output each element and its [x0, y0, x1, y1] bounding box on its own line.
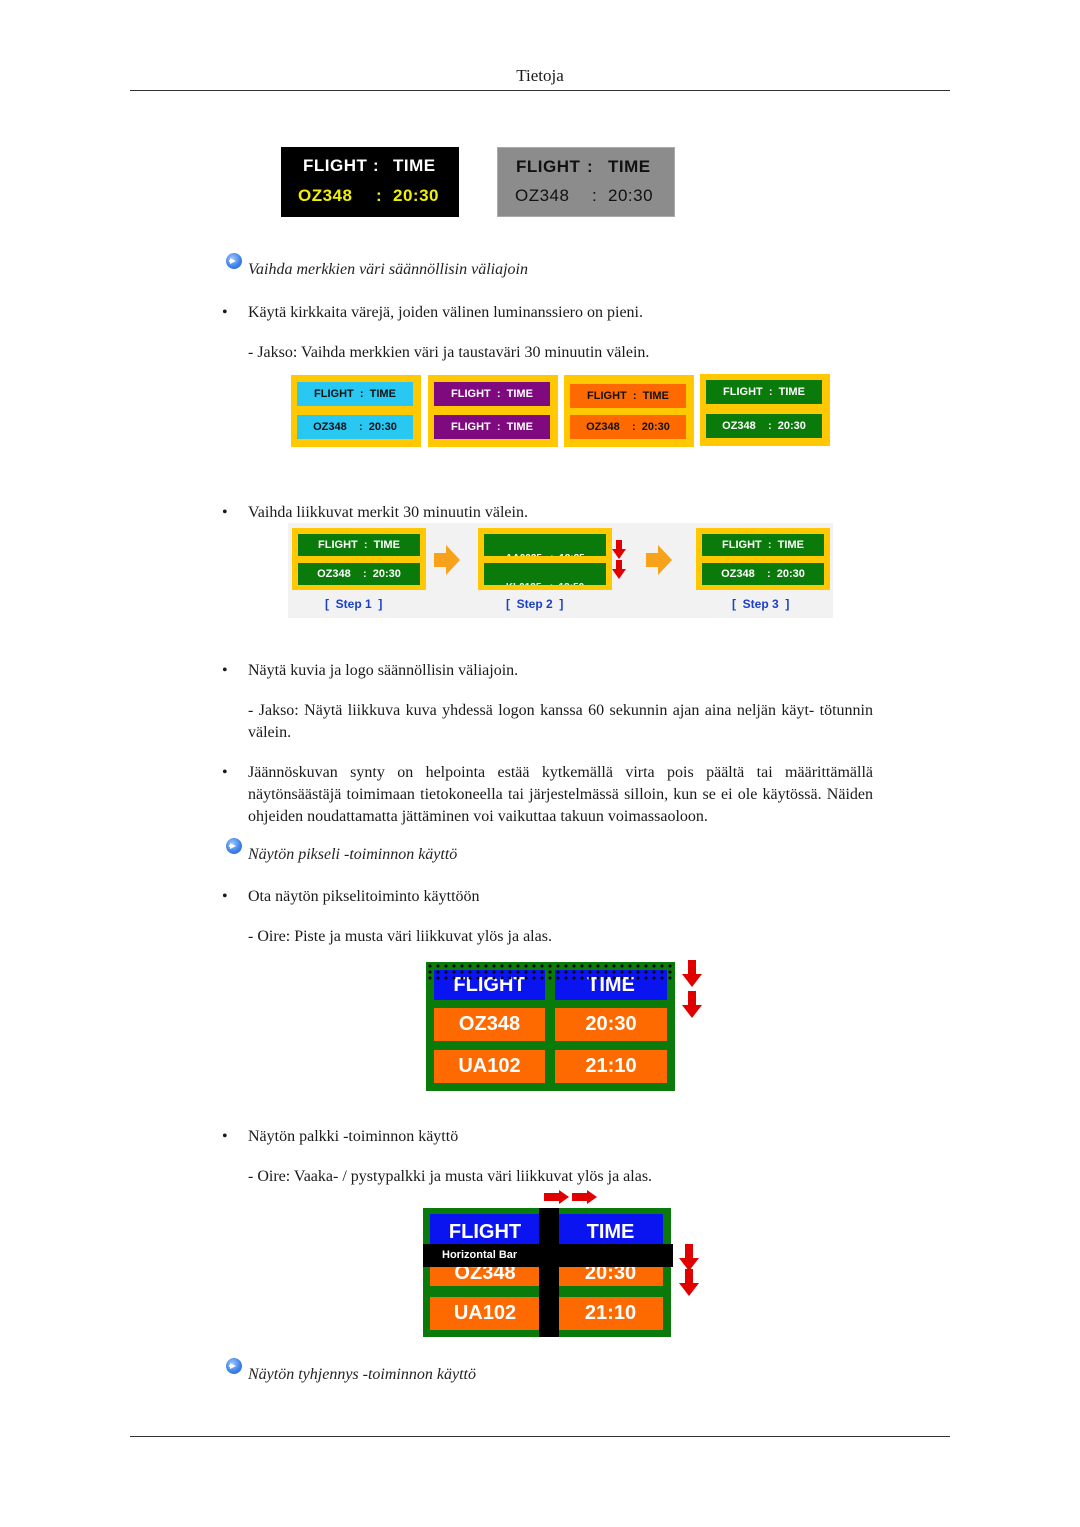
- step1-board: FLIGHT : TIME OZ348 : 20:30: [292, 528, 426, 590]
- red-arrow-down-icon: [679, 1269, 699, 1297]
- red-arrow-down-icon: [612, 560, 626, 580]
- step2-label: [ Step 2 ]: [506, 597, 564, 611]
- step3-board: FLIGHT : TIME OZ348 : 20:30: [696, 528, 830, 590]
- bullet-icon: •: [222, 662, 228, 679]
- sub-text: - Jakso: Vaihda merkkien väri ja taustav…: [248, 344, 650, 361]
- sub-text: - Jakso: Näytä liikkuva kuva yhdessä log…: [248, 702, 873, 741]
- red-arrow-down-icon: [682, 960, 702, 988]
- bullet-text: Vaihda liikkuvat merkit 30 minuutin väle…: [248, 504, 528, 521]
- bullet-text: Jäännöskuvan synty on helpointa estää ky…: [248, 764, 873, 825]
- pixel-dots-row: [426, 976, 675, 980]
- color-board-orange: FLIGHT : TIME OZ348 : 20:30: [564, 375, 694, 447]
- bullet-icon: •: [222, 504, 228, 521]
- sub-text: - Oire: Piste ja musta väri liikkuvat yl…: [248, 928, 552, 945]
- flight-board-gray: FLIGHT : TIME OZ348 : 20:30: [497, 147, 675, 217]
- bullet-icon: •: [222, 304, 228, 321]
- step3-label: [ Step 3 ]: [732, 597, 790, 611]
- scrolling-steps-diagram: FLIGHT : TIME OZ348 : 20:30 [ Step 1 ] K…: [288, 523, 833, 618]
- red-arrow-down-icon: [679, 1244, 699, 1272]
- pixel-dots-row: [426, 964, 675, 968]
- bullet-text: Näytä kuvia ja logo säännöllisin väliajo…: [248, 662, 519, 679]
- horizontal-bar: Horizontal Bar: [423, 1244, 673, 1267]
- pixel-dots-row: [426, 970, 675, 974]
- arrow-circle-icon: [226, 1358, 242, 1374]
- header-title: Tietoja: [516, 66, 564, 85]
- red-arrow-right-icon: [572, 1190, 598, 1204]
- arrow-circle-icon: [226, 838, 242, 854]
- color-board-purple: FLIGHT : TIME FLIGHT : TIME: [428, 375, 558, 447]
- bullet-icon: •: [222, 888, 228, 905]
- step2-board: KA1710 : 12:00 AA0025 : 12:35 UA0110 : 1…: [478, 528, 612, 590]
- bullet-icon: •: [222, 764, 228, 781]
- header-divider: [130, 90, 950, 91]
- bullet-text: Ota näytön pikselitoiminto käyttöön: [248, 888, 480, 905]
- footer-divider: [130, 1436, 950, 1437]
- bullet-text: Käytä kirkkaita värejä, joiden välinen l…: [248, 304, 643, 321]
- sub-text: - Oire: Vaaka- / pystypalkki ja musta vä…: [248, 1168, 653, 1185]
- pixel-shift-board: FLIGHT TIME OZ348 20:30 UA102 21:10: [426, 962, 675, 1091]
- flight-board-black: FLIGHT : TIME OZ348 : 20:30: [281, 147, 459, 217]
- vertical-bar: [539, 1208, 559, 1337]
- arrow-circle-icon: [226, 253, 242, 269]
- red-arrow-right-icon: [544, 1190, 570, 1204]
- bullet-text: Näytön palkki -toiminnon käyttö: [248, 1128, 459, 1145]
- red-arrow-down-icon: [612, 540, 626, 560]
- bullet-icon: •: [222, 1128, 228, 1145]
- red-arrow-down-icon: [682, 991, 702, 1019]
- color-board-green: FLIGHT : TIME OZ348 : 20:30: [700, 374, 830, 446]
- step1-label: [ Step 1 ]: [325, 597, 383, 611]
- color-board-cyan: FLIGHT : TIME OZ348 : 20:30: [291, 375, 421, 447]
